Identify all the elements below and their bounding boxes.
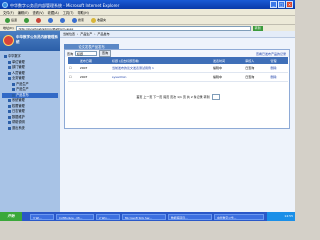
back-arrow-icon [5, 17, 10, 23]
go-button[interactable]: 转到 [252, 25, 263, 31]
delete-link[interactable]: 删除 [269, 72, 288, 82]
tree-node-icon [12, 88, 15, 92]
col-header: 发布日期 [78, 57, 112, 64]
taskbar-task[interactable]: Microsoft SQL Ser... [122, 213, 166, 220]
nav-tree: 中华数字 单位管理 部门管理 人员管理 业务管理 产品生产 产品生产 产品发布 系统管理 权限管理… [0, 51, 60, 134]
menu-favorites[interactable]: 收藏(A) [48, 10, 59, 15]
browser-toolbar: 后退 搜索 收藏夹 [0, 15, 295, 24]
close-button[interactable]: × [286, 1, 293, 8]
tree-node-icon [8, 121, 11, 125]
menu-edit[interactable]: 编辑(E) [18, 10, 29, 15]
filter-select[interactable]: 标题 [75, 51, 98, 56]
table-row[interactable]: ☐ 2007 sysadmin 编辑中 日查询 删除 [68, 72, 288, 82]
col-header: 审核人 [244, 57, 270, 64]
tree-node-icon [8, 104, 11, 108]
tree-node-icon [8, 71, 11, 75]
star-icon [91, 17, 97, 23]
product-table: 发布日期 标题 (点击标题查看) 发表时间 审核人 管理 ☐ 2007 当前发布… [68, 57, 288, 82]
title-link[interactable]: 当前发布的论文发表测试用例 1 [111, 64, 212, 73]
menu-help[interactable]: 帮助(H) [78, 10, 89, 15]
emblem-icon [3, 35, 14, 46]
view-published-link[interactable]: 查看已发布产品的记录 [256, 52, 286, 56]
filter-label: 查询 [67, 51, 74, 56]
table-row[interactable]: ☐ 2007 当前发布的论文发表测试用例 1 编辑中 日查询 删除 [68, 64, 288, 73]
menu-view[interactable]: 查看(V) [33, 10, 44, 15]
search-button[interactable]: 搜索 [70, 17, 86, 23]
tree-node-icon [8, 77, 11, 81]
page-number-input[interactable] [211, 93, 220, 100]
minimize-button[interactable]: _ [270, 1, 277, 8]
row-checkbox[interactable]: ☐ [68, 64, 79, 73]
sidebar: 中华数字公务员内部管理系统 中华数字 单位管理 部门管理 人员管理 业务管理 产品生产 产品… [0, 31, 60, 212]
col-header: 发表时间 [211, 57, 245, 64]
sidebar-header: 中华数字公务员内部管理系统 [0, 31, 60, 51]
publish-panel: 查询 标题 查询 查看已发布产品的记录 发布日期 标题 (点击标题查看) 发表时… [64, 49, 290, 129]
taskbar-task[interactable]: 中华数字公务... [214, 213, 264, 220]
stop-icon [36, 17, 42, 23]
pager-text[interactable]: 首页 上一页 下一页 尾页 页次 1/1 页 共 2 条记录 转到 [136, 95, 209, 99]
col-header: 管理 [269, 57, 288, 64]
page-content: 中华数字公务员内部管理系统 中华数字 单位管理 部门管理 人员管理 业务管理 产品生产 产品… [0, 31, 295, 212]
taskbar: 开始 3 Wi... CxfModule - Mi... 2 Win... Mi… [0, 212, 295, 221]
pager: 首页 上一页 下一页 尾页 页次 1/1 页 共 2 条记录 转到 [69, 93, 287, 100]
system-clock: 14:55 [267, 212, 295, 221]
table-cell: 2007 [78, 72, 112, 82]
tree-node-icon [8, 110, 11, 114]
home-icon [60, 17, 66, 23]
table-cell: 编辑中 [211, 72, 245, 82]
delete-link[interactable]: 删除 [269, 64, 288, 73]
browser-window: 中华数字公务员内部管理系统 - Microsoft Internet Explo… [0, 0, 295, 221]
table-header-row: 发布日期 标题 (点击标题查看) 发表时间 审核人 管理 [68, 57, 288, 64]
row-checkbox[interactable]: ☐ [68, 72, 79, 82]
table-cell: 2007 [78, 64, 112, 73]
favorites-button[interactable]: 收藏夹 [89, 17, 108, 23]
maximize-button[interactable]: □ [278, 1, 285, 8]
taskbar-task[interactable]: CxfModule - Mi... [56, 213, 94, 220]
address-bar: 地址(D) http://localhost/admin/Platform.as… [0, 24, 295, 31]
breadcrumb-item[interactable]: 产品生产 [80, 31, 92, 37]
title-link[interactable]: sysadmin [111, 72, 212, 82]
home-button[interactable] [58, 17, 67, 23]
table-cell: 日查询 [244, 64, 270, 73]
tree-node-icon [8, 115, 11, 119]
tree-node-icon [12, 93, 15, 97]
tree-node-icon [8, 66, 11, 70]
refresh-button[interactable] [46, 17, 55, 23]
search-icon [72, 17, 78, 23]
forward-button[interactable] [22, 17, 31, 23]
tree-node-icon [8, 126, 11, 130]
sidebar-item[interactable]: 退出系统 [2, 126, 58, 132]
breadcrumb: 当前位置 › 产品生产 › 产品发布 [60, 31, 295, 38]
forward-arrow-icon [24, 17, 30, 23]
col-header: 标题 (点击标题查看) [111, 57, 212, 64]
title-bar[interactable]: 中华数字公务员内部管理系统 - Microsoft Internet Explo… [0, 0, 295, 9]
address-input[interactable]: http://localhost/admin/Platform.aspx [15, 25, 251, 31]
address-label: 地址(D) [3, 26, 14, 30]
system-name: 中华数字公务员内部管理系统 [16, 35, 58, 44]
query-button[interactable]: 查询 [99, 50, 112, 57]
menu-tools[interactable]: 工具(T) [63, 10, 74, 15]
sidebar-item-label: 退出系统 [12, 125, 25, 130]
stop-button[interactable] [34, 17, 43, 23]
table-cell: 日查询 [244, 72, 270, 82]
col-header [68, 57, 79, 64]
tree-node-icon [8, 60, 11, 64]
tree-node-icon [8, 99, 11, 103]
tree-node-icon [12, 82, 15, 86]
taskbar-task[interactable]: 数据库项目... [168, 213, 212, 220]
refresh-icon [48, 17, 54, 23]
filter-bar: 查询 标题 查询 查看已发布产品的记录 [65, 50, 289, 57]
table-cell: 编辑中 [211, 64, 245, 73]
breadcrumb-item: 当前位置 [63, 32, 76, 36]
breadcrumb-item[interactable]: 产品发布 [97, 31, 109, 37]
start-button[interactable]: 开始 [0, 212, 22, 221]
ie-icon [2, 1, 8, 8]
back-button[interactable]: 后退 [3, 17, 19, 23]
window-title: 中华数字公务员内部管理系统 - Microsoft Internet Explo… [10, 2, 120, 8]
main-panel: 当前位置 › 产品生产 › 产品发布 论文发表产品发布 查询 标题 查询 查看已… [60, 31, 295, 212]
menu-file[interactable]: 文件(F) [3, 10, 14, 15]
tree-node-icon [4, 55, 7, 59]
taskbar-task[interactable]: 3 Wi... [30, 213, 54, 220]
taskbar-task[interactable]: 2 Win... [96, 213, 120, 220]
